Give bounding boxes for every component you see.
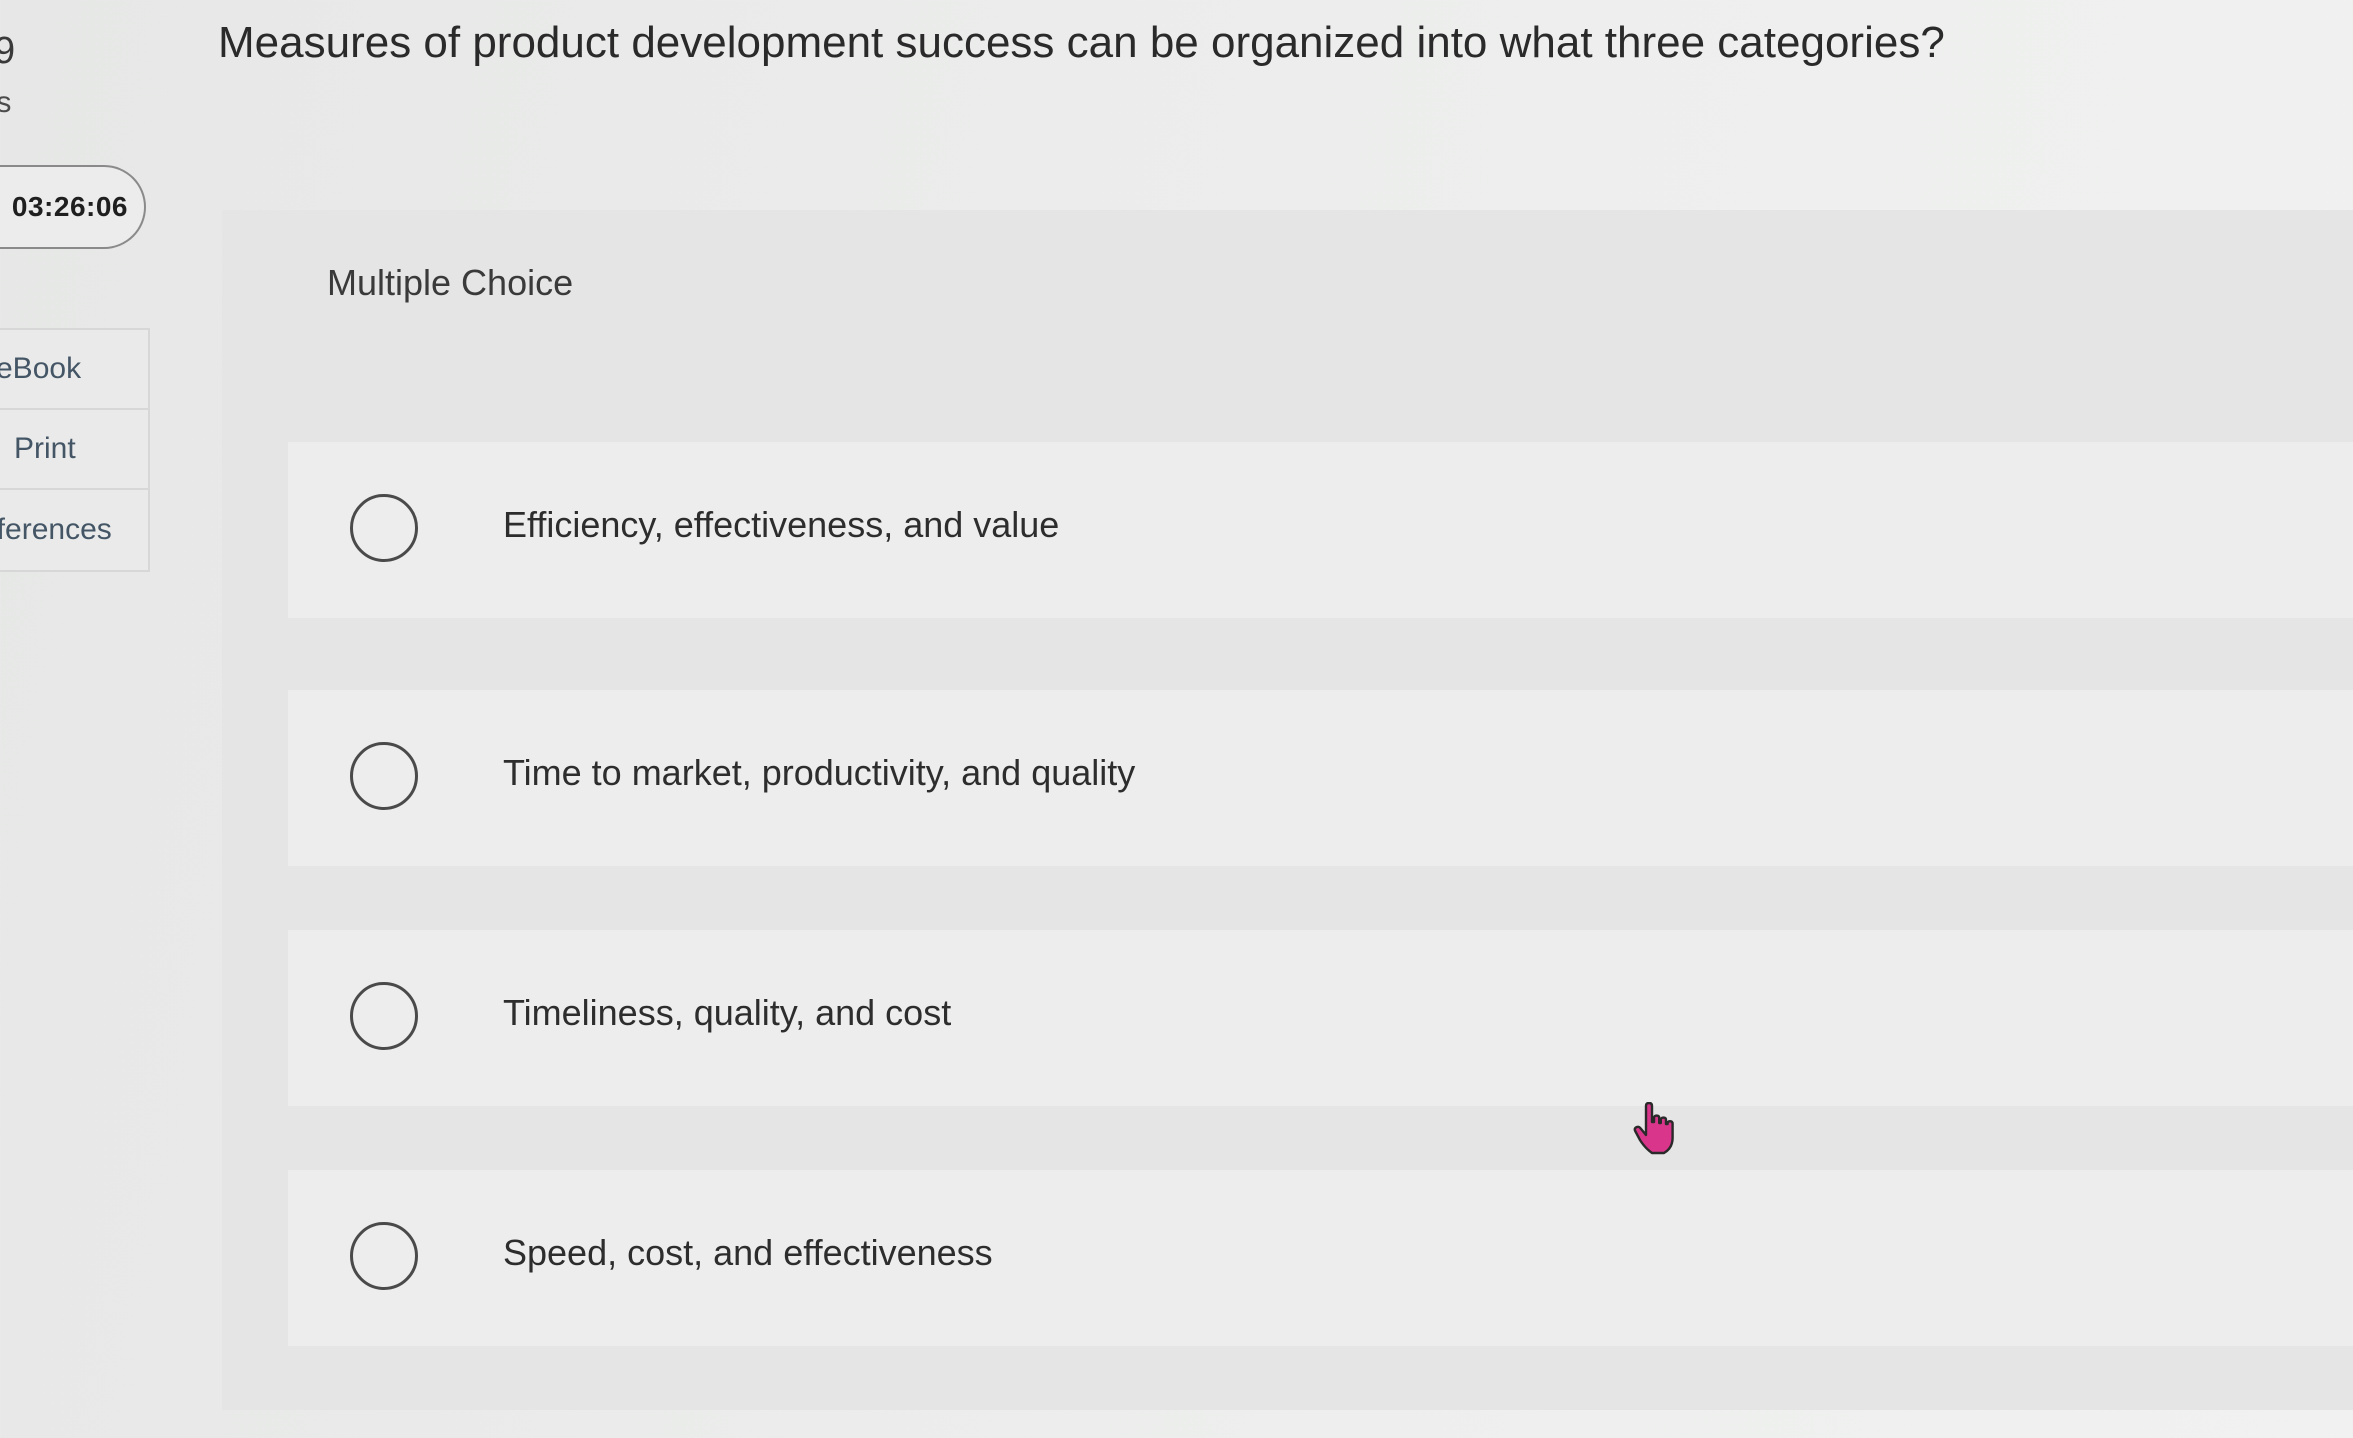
answer-panel: Multiple Choice Efficiency, effectivenes… — [222, 210, 2353, 1410]
question-type-label: Multiple Choice — [327, 262, 574, 303]
hand-pointer-icon — [1633, 1102, 1674, 1155]
answer-option-label: Efficiency, effectiveness, and value — [503, 504, 1060, 545]
answer-option[interactable]: Timeliness, quality, and cost — [288, 930, 2353, 1106]
points-label: ts — [0, 86, 12, 119]
left-rail: 9 ts 03:26:06 eBook Print eferences — [0, 0, 180, 1438]
print-link[interactable]: Print — [0, 410, 148, 490]
question-prompt: Measures of product development success … — [218, 18, 1945, 67]
radio-button[interactable] — [350, 1222, 418, 1290]
resource-menu: eBook Print eferences — [0, 328, 150, 572]
references-link[interactable]: eferences — [0, 490, 148, 570]
timer-badge: 03:26:06 — [0, 165, 146, 249]
radio-button[interactable] — [350, 742, 418, 810]
answer-option[interactable]: Time to market, productivity, and qualit… — [288, 690, 2353, 866]
answer-option[interactable]: Speed, cost, and effectiveness — [288, 1170, 2353, 1346]
answer-option-label: Timeliness, quality, and cost — [503, 992, 952, 1033]
ebook-link[interactable]: eBook — [0, 330, 148, 410]
answer-option[interactable]: Efficiency, effectiveness, and value — [288, 442, 2353, 618]
question-number: 9 — [0, 30, 16, 72]
answer-option-label: Speed, cost, and effectiveness — [503, 1232, 993, 1273]
radio-button[interactable] — [350, 494, 418, 562]
radio-button[interactable] — [350, 982, 418, 1050]
answer-option-label: Time to market, productivity, and qualit… — [503, 752, 1136, 793]
